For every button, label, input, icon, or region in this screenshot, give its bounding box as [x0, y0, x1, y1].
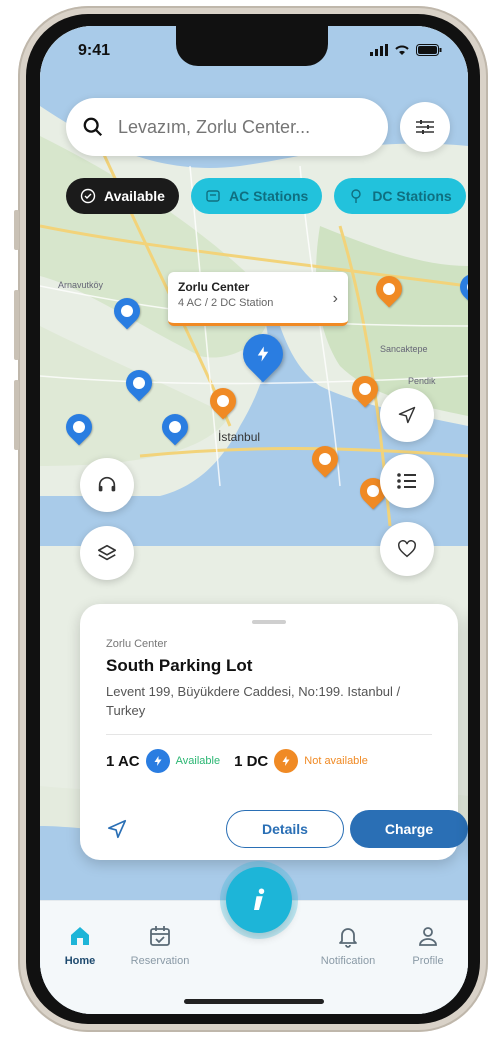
tab-label: Reservation [130, 955, 190, 967]
sliders-icon [416, 120, 434, 134]
home-indicator [184, 999, 324, 1004]
connector-row: 1 AC Available 1 DC Not available [106, 749, 432, 773]
connector-ac-label: 1 AC [106, 752, 140, 770]
station-callout[interactable]: Zorlu Center 4 AC / 2 DC Station › [168, 272, 348, 326]
bolt-icon [274, 749, 299, 773]
tab-label: Profile [412, 955, 444, 967]
map-background [40, 26, 468, 1014]
drag-handle[interactable] [252, 620, 286, 624]
screen: Arnavutköy İstanbul Sancaktepe Pendik Zo… [40, 26, 468, 1014]
station-card[interactable]: Zorlu Center South Parking Lot Levent 19… [80, 604, 468, 860]
search-input[interactable] [116, 115, 356, 139]
tab-label: Notification [320, 955, 376, 967]
phone-side-button [14, 290, 19, 360]
station-location: Zorlu Center [106, 638, 168, 650]
connector-ac: 1 AC Available [106, 749, 220, 773]
support-button[interactable] [80, 458, 134, 512]
tab-reservation[interactable]: Reservation [120, 921, 200, 967]
phone-side-button [14, 380, 19, 450]
chevron-right-icon: › [332, 290, 338, 307]
callout-subtitle: 4 AC / 2 DC Station [178, 297, 274, 309]
favorites-button[interactable] [380, 522, 434, 576]
list-view-button[interactable] [380, 454, 434, 508]
list-icon [397, 473, 416, 489]
bolt-icon [145, 749, 170, 773]
bolt-icon [257, 346, 269, 362]
chip-label: AC Stations [228, 188, 309, 204]
tab-profile[interactable]: Profile [388, 921, 468, 967]
chip-ac-stations[interactable]: AC Stations [190, 178, 323, 214]
ac-plug-icon [206, 190, 220, 202]
tab-home[interactable]: Home [40, 921, 120, 967]
wifi-icon [395, 45, 409, 55]
map-label: Sancaktepe [380, 344, 428, 354]
info-fab[interactable] [226, 867, 292, 933]
connector-ac-status: Available [175, 755, 221, 767]
status-time: 9:41 [78, 42, 111, 59]
chip-available[interactable]: Available [66, 178, 179, 214]
check-circle-icon [80, 188, 96, 204]
user-icon [419, 927, 437, 946]
layers-icon [97, 544, 117, 561]
map-label: İstanbul [218, 430, 261, 444]
navigation-arrow-icon [398, 406, 416, 424]
map-label: Pendik [408, 376, 436, 386]
chip-label: Available [104, 188, 165, 204]
station-title: South Parking Lot [106, 656, 253, 675]
connector-dc-status: Not available [304, 755, 368, 767]
divider [106, 734, 432, 735]
tab-bar: Home Reservation Notification Profile [40, 867, 468, 1014]
navigation-arrow-icon[interactable] [106, 818, 128, 840]
card-actions: Details Charge [106, 810, 468, 848]
map-layers-button[interactable] [80, 526, 134, 580]
charge-button[interactable]: Charge [350, 810, 468, 848]
tab-label: Home [64, 955, 96, 967]
tab-notification[interactable]: Notification [308, 921, 388, 967]
signal-icon [370, 44, 388, 56]
connector-dc-label: 1 DC [234, 752, 269, 770]
details-button[interactable]: Details [226, 810, 344, 848]
home-icon [71, 927, 89, 945]
chip-label: DC Stations [372, 188, 452, 204]
callout-title: Zorlu Center [178, 280, 250, 294]
calendar-check-icon [150, 926, 170, 946]
heart-icon [398, 540, 416, 558]
dc-plug-icon [351, 189, 362, 203]
battery-icon [416, 44, 442, 56]
phone-side-button [14, 210, 19, 250]
filter-chips: Available AC Stations DC Stations [66, 178, 466, 214]
station-address: Levent 199, Büyükdere Caddesi, No:199. I… [106, 684, 401, 718]
search-bar[interactable] [66, 98, 388, 156]
connector-dc: 1 DC Not available [234, 749, 368, 773]
bell-icon [339, 928, 357, 948]
map-label: Arnavutköy [58, 280, 104, 290]
filter-button[interactable] [400, 102, 450, 152]
status-icons [370, 44, 442, 56]
headset-icon [98, 476, 116, 492]
locate-button[interactable] [380, 388, 434, 442]
notch [176, 26, 328, 66]
search-icon [83, 117, 103, 137]
chip-dc-stations[interactable]: DC Stations [334, 178, 466, 214]
info-icon [254, 888, 265, 910]
map[interactable]: Arnavutköy İstanbul Sancaktepe Pendik Zo… [40, 26, 468, 1014]
